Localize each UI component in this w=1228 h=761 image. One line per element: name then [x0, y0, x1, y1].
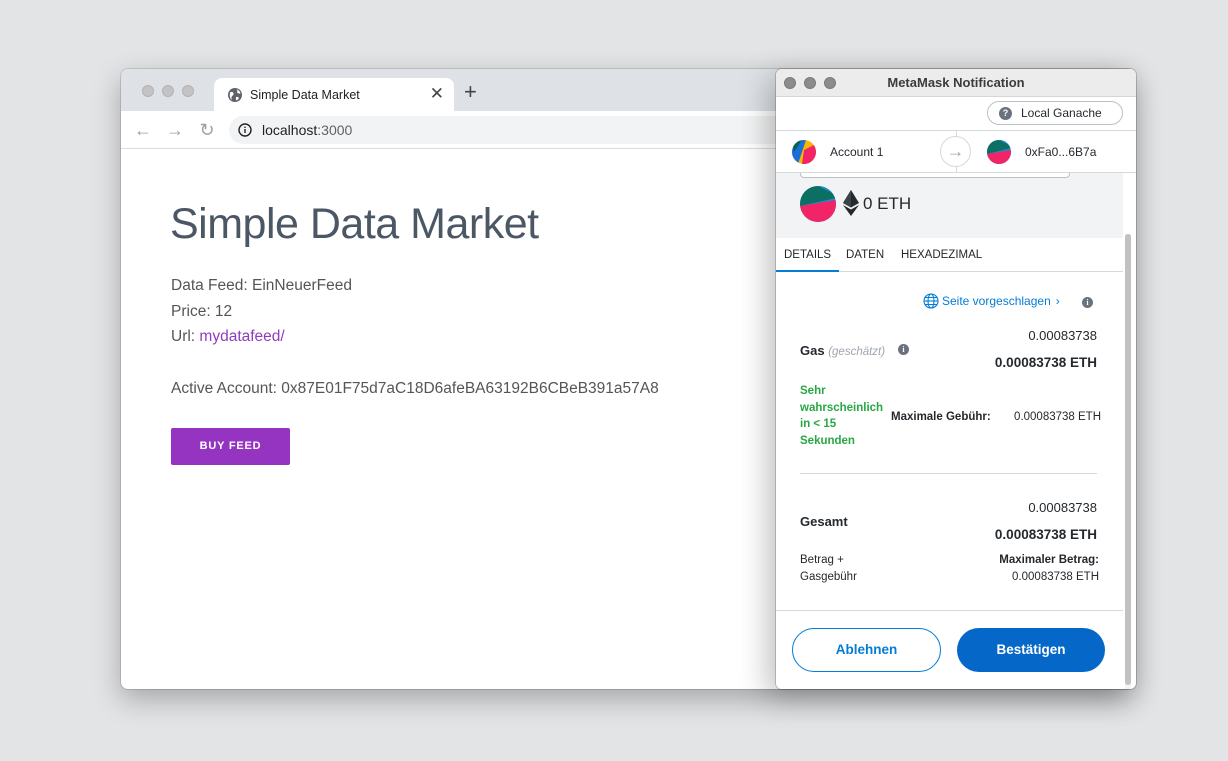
globe-icon — [923, 293, 939, 309]
url-line: Url: mydatafeed/ — [171, 328, 285, 346]
data-feed-link[interactable]: mydatafeed/ — [199, 328, 284, 345]
site-suggested-label: Seite vorgeschlagen — [942, 294, 1051, 308]
network-name: Local Ganache — [1021, 106, 1102, 120]
section-divider — [800, 473, 1097, 474]
total-value: 0.00083738 — [1028, 500, 1097, 515]
new-tab-button[interactable]: + — [464, 81, 477, 103]
question-icon: ? — [999, 107, 1012, 120]
total-label: Gesamt — [800, 514, 848, 529]
url-label: Url: — [171, 328, 200, 345]
arrow-right-icon: → — [940, 136, 971, 167]
reject-button[interactable]: Ablehnen — [792, 628, 941, 672]
summary-card-edge — [800, 173, 1070, 178]
gas-value-eth: 0.00083738 ETH — [994, 355, 1097, 370]
price-text: Price: 12 — [171, 303, 233, 320]
tab-title: Simple Data Market — [250, 88, 360, 102]
gas-info-icon[interactable]: i — [898, 344, 909, 355]
gas-label: Gas (geschätzt) — [800, 343, 885, 358]
globe-icon — [228, 88, 242, 102]
to-account-avatar — [987, 140, 1011, 164]
to-account-address[interactable]: 0xFa0...6B7a — [1025, 145, 1096, 159]
from-account-name[interactable]: Account 1 — [830, 145, 883, 159]
back-button[interactable]: ← — [133, 120, 153, 140]
window-title: MetaMask Notification — [887, 75, 1025, 90]
metamask-notification-window: MetaMask Notification ? Local Ganache Ac… — [776, 69, 1136, 689]
transaction-amount: 0 ETH — [863, 194, 912, 213]
minimize-window-button[interactable] — [162, 85, 174, 97]
chevron-right-icon: › — [1055, 294, 1060, 308]
from-account-avatar — [792, 140, 816, 164]
site-suggested-link[interactable]: Seite vorgeschlagen › — [923, 293, 1060, 309]
gas-likelihood: Sehr wahrscheinlich in < 15 Sekunden — [800, 385, 884, 447]
transaction-summary: 0 ETH — [776, 173, 1123, 238]
total-value-eth: 0.00083738 ETH — [994, 527, 1097, 542]
network-selector[interactable]: ? Local Ganache — [987, 101, 1123, 125]
max-amount-label: Maximaler Betrag: — [999, 554, 1099, 566]
tab-data[interactable]: DATEN — [846, 249, 884, 261]
tab-hex[interactable]: HEXADEZIMAL — [901, 249, 982, 261]
scrollbar-thumb[interactable] — [1125, 234, 1131, 685]
gas-title: Gas — [800, 343, 825, 358]
page-title: Simple Data Market — [170, 200, 539, 248]
network-row: ? Local Ganache — [776, 97, 1136, 130]
forward-button[interactable]: → — [165, 120, 185, 140]
max-amount: Maximaler Betrag: 0.00083738 ETH — [999, 552, 1099, 586]
action-footer: Ablehnen Bestätigen — [776, 610, 1123, 689]
details-tabs: DETAILS DATEN HEXADEZIMAL — [776, 238, 1123, 272]
max-fee-label: Maximale Gebühr: — [891, 411, 991, 423]
gas-fee-label: Gasgebühr — [800, 571, 857, 583]
account-avatar — [800, 186, 836, 222]
active-account-text: Active Account: 0x87E01F75d7aC18D6afeBA6… — [171, 380, 659, 397]
url-host: localhost — [262, 122, 318, 138]
tab-details[interactable]: DETAILS — [784, 249, 831, 261]
gas-estimated: (geschätzt) — [828, 346, 886, 358]
buy-feed-button[interactable]: BUY FEED — [171, 428, 290, 465]
amount-plus-gas-label: Betrag + Gasgebühr — [800, 552, 857, 586]
data-feed-text: Data Feed: EinNeuerFeed — [171, 277, 352, 294]
max-amount-value: 0.00083738 ETH — [1012, 571, 1099, 583]
reload-button[interactable]: ↻ — [197, 120, 217, 140]
close-tab-icon[interactable]: ✕ — [430, 84, 444, 104]
metamask-title-bar: MetaMask Notification — [776, 69, 1136, 97]
url-text: localhost:3000 — [262, 122, 352, 138]
ethereum-icon — [843, 190, 859, 216]
gas-value: 0.00083738 — [1028, 328, 1097, 343]
close-window-button[interactable] — [142, 85, 154, 97]
scrollbar[interactable] — [1125, 234, 1131, 689]
site-info-icon[interactable] — [238, 123, 252, 137]
confirm-button[interactable]: Bestätigen — [957, 628, 1105, 672]
zoom-window-button[interactable] — [182, 85, 194, 97]
amount-plus-label: Betrag + — [800, 554, 844, 566]
url-port: :3000 — [317, 122, 353, 138]
browser-tab[interactable]: Simple Data Market ✕ — [214, 78, 454, 111]
active-tab-indicator — [776, 270, 839, 272]
max-fee-value: 0.00083738 ETH — [1014, 411, 1101, 423]
transaction-details: 0 ETH DETAILS DATEN HEXADEZIMAL Seite vo… — [776, 173, 1123, 610]
sender-recipient: Account 1 → 0xFa0...6B7a — [776, 130, 1136, 173]
info-icon[interactable]: i — [1082, 297, 1093, 308]
